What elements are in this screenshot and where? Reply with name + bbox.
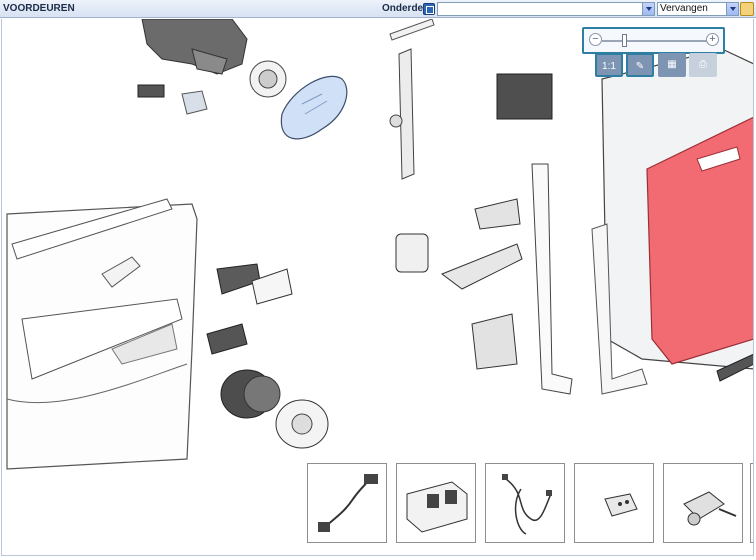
zoom-slider-track[interactable] xyxy=(601,40,707,42)
glass-run-channel[interactable] xyxy=(531,163,573,395)
chevron-down-icon[interactable] xyxy=(642,3,654,15)
hinge-bracket-upper[interactable] xyxy=(474,198,521,230)
top-toolbar: VOORDEUREN Onderdeel Vervangen xyxy=(0,0,756,18)
foam-block-part[interactable] xyxy=(496,73,553,120)
folder-icon[interactable] xyxy=(740,2,754,16)
top-trim-strip[interactable] xyxy=(389,19,435,41)
parts-diagram-canvas[interactable]: − + 1:1 ✎ ▦ ⎙ xyxy=(1,19,754,556)
cable-connector-icon xyxy=(318,474,378,532)
action-select-value: Vervangen xyxy=(660,3,708,14)
grid-icon: ▦ xyxy=(667,59,677,70)
print-button[interactable]: ⎙ xyxy=(689,53,717,77)
view-buttons: 1:1 ✎ ▦ ⎙ xyxy=(593,53,717,78)
small-clip-part[interactable] xyxy=(137,84,208,115)
draw-tool-button[interactable]: ✎ xyxy=(626,53,654,77)
thumbnail-partial[interactable] xyxy=(750,463,753,543)
thumbnail-wiring-harness[interactable] xyxy=(485,463,565,543)
wiring-harness-icon xyxy=(502,474,552,535)
thumbnail-remote-key[interactable] xyxy=(574,463,654,543)
window-switch-panel-icon xyxy=(406,481,468,533)
speaker-part[interactable] xyxy=(220,369,281,419)
inner-door-panel[interactable] xyxy=(6,198,198,470)
mirror-adjuster-part[interactable] xyxy=(249,60,287,98)
lock-cylinder-key-icon xyxy=(683,491,737,526)
remote-key-icon xyxy=(604,493,638,517)
thumbnail-window-switch-panel[interactable] xyxy=(396,463,476,543)
chevron-down-icon[interactable] xyxy=(726,3,738,15)
zoom-control[interactable]: − + xyxy=(582,27,725,54)
onderdeel-select[interactable] xyxy=(437,2,655,16)
handle-bezel-part[interactable] xyxy=(206,323,248,355)
window-rail-part[interactable] xyxy=(389,48,415,180)
mirror-mount-bracket[interactable] xyxy=(141,19,248,75)
interior-handle-part[interactable] xyxy=(216,263,293,305)
zoom-in-button[interactable]: + xyxy=(706,33,719,46)
boot-seal-part[interactable] xyxy=(395,233,429,273)
thumbnail-cable-connector[interactable] xyxy=(307,463,387,543)
thumbnail-lock-cylinder[interactable] xyxy=(663,463,743,543)
page-title: VOORDEUREN xyxy=(3,3,75,14)
part-picker-icon[interactable] xyxy=(423,3,435,15)
mirror-glass-part[interactable] xyxy=(280,75,348,140)
pencil-icon: ✎ xyxy=(635,61,645,72)
hinge-lower-part[interactable] xyxy=(471,313,518,370)
grid-view-button[interactable]: ▦ xyxy=(658,53,686,77)
zoom-slider-thumb[interactable] xyxy=(622,34,628,47)
action-select[interactable]: Vervangen xyxy=(657,2,739,16)
actual-size-button[interactable]: 1:1 xyxy=(595,53,623,77)
speaker-grille-part[interactable] xyxy=(275,399,329,449)
printer-icon: ⎙ xyxy=(699,59,707,70)
door-check-strap[interactable] xyxy=(440,243,523,290)
